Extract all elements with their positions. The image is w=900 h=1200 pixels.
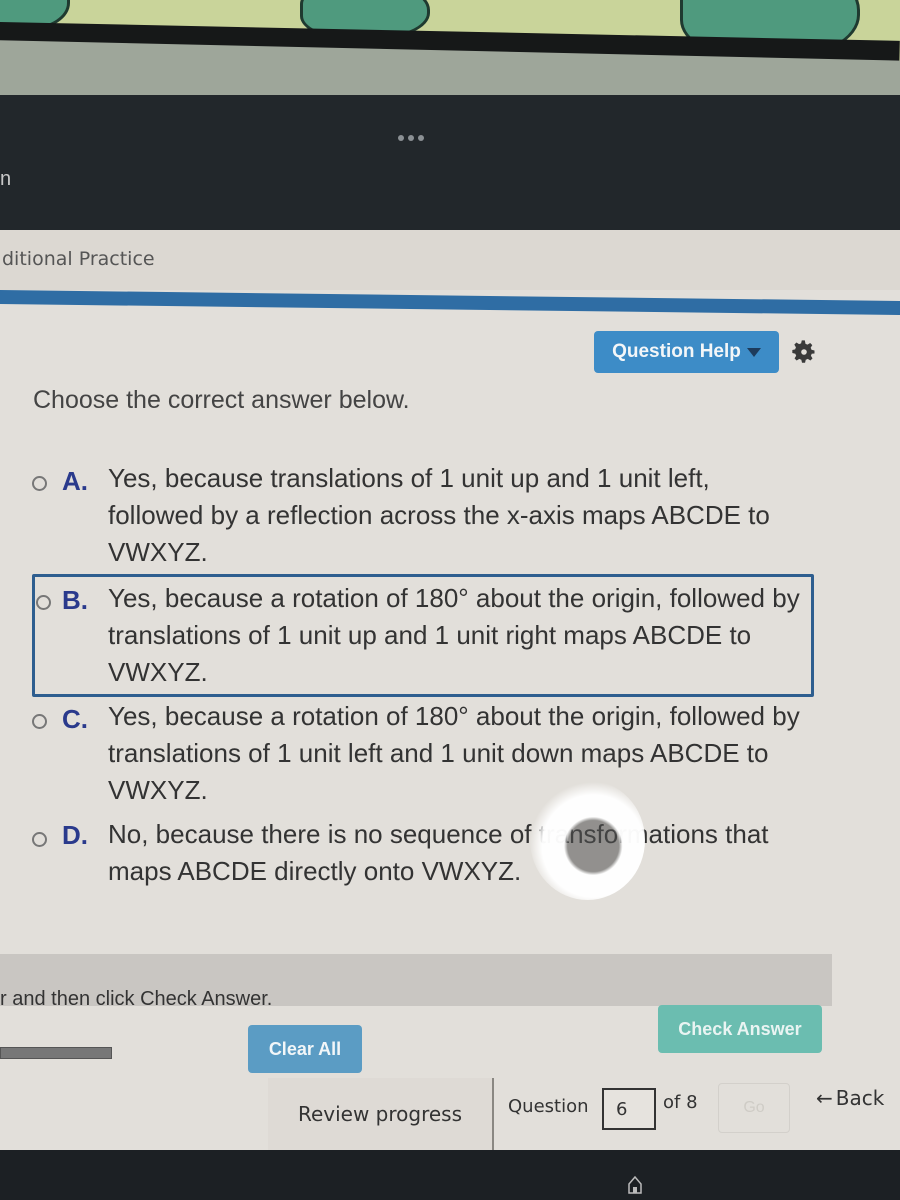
radio-option-c[interactable]: [32, 714, 47, 729]
option-letter: A.: [62, 466, 88, 496]
review-progress-button[interactable]: Review progress: [268, 1078, 494, 1150]
back-button[interactable]: ← Back: [816, 1078, 900, 1118]
go-button[interactable]: Go: [718, 1083, 790, 1133]
question-total: of 8: [663, 1092, 698, 1113]
partial-title-char: n: [0, 168, 12, 190]
radio-option-a[interactable]: [32, 476, 47, 491]
question-help-label: Question Help: [612, 341, 741, 362]
arrow-left-icon: ←: [816, 1086, 833, 1110]
header-divider: [0, 290, 900, 316]
browser-top-area: [0, 95, 900, 235]
question-label: Question: [508, 1096, 589, 1117]
question-number-input[interactable]: [602, 1088, 656, 1130]
home-icon: [628, 1176, 642, 1194]
footer-nav: Review progress Question of 8 Go ← Back: [268, 1078, 900, 1150]
clear-all-button[interactable]: Clear All: [248, 1025, 362, 1073]
ellipsis-icon[interactable]: [398, 135, 424, 141]
option-text: No, because there is no sequence of tran…: [108, 819, 769, 886]
check-answer-button[interactable]: Check Answer: [658, 1005, 822, 1053]
option-text: Yes, because translations of 1 unit up a…: [108, 463, 770, 567]
question-help-button[interactable]: Question Help: [594, 331, 779, 373]
question-prompt: Choose the correct answer below.: [33, 386, 410, 414]
back-label: Back: [835, 1086, 885, 1110]
radio-option-d[interactable]: [32, 832, 47, 847]
monitor-bottom-bezel: [0, 1150, 900, 1200]
option-letter: B.: [62, 585, 88, 615]
caret-down-icon: [746, 347, 761, 357]
instruction-text: r and then click Check Answer.: [0, 988, 273, 1010]
option-letter: D.: [62, 820, 88, 850]
page-title: ditional Practice: [2, 248, 155, 270]
option-letter: C.: [62, 704, 88, 734]
gear-icon[interactable]: [790, 338, 818, 366]
radio-option-b[interactable]: [36, 595, 51, 610]
option-text: Yes, because a rotation of 180° about th…: [108, 701, 800, 805]
progress-bar: [0, 1047, 112, 1059]
option-text: Yes, because a rotation of 180° about th…: [108, 583, 800, 687]
title-bar: ditional Practice: [0, 230, 900, 290]
